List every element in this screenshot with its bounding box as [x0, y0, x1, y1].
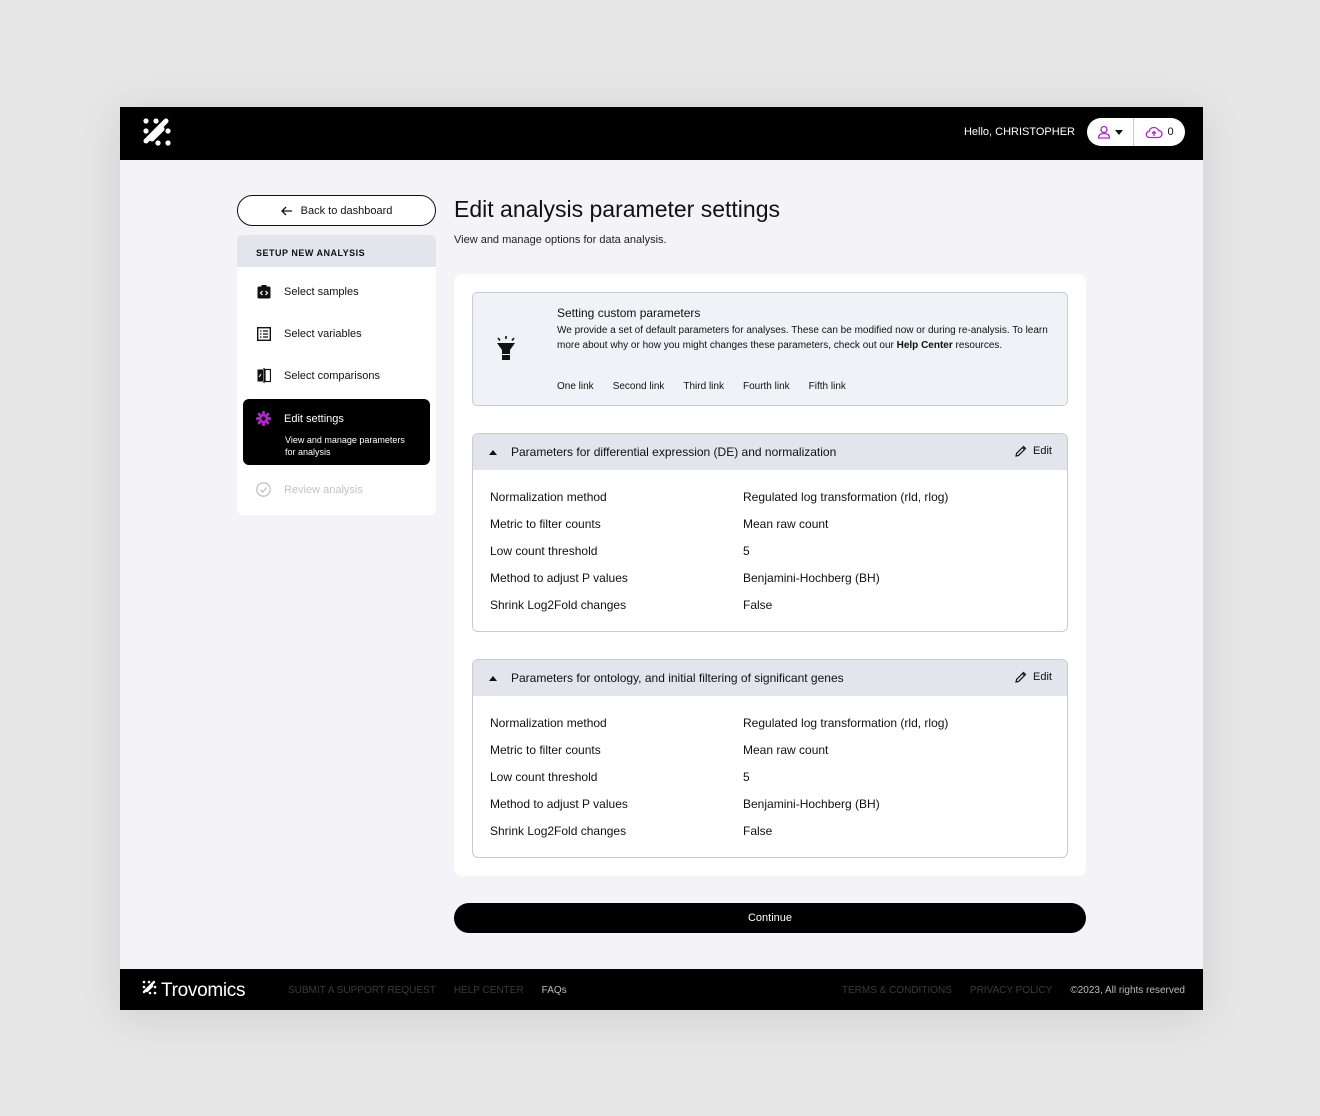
param-value: 5 [743, 544, 750, 558]
footer-brand[interactable]: Trovomics [142, 980, 246, 1002]
arrow-left-icon [280, 206, 292, 215]
param-value: Mean raw count [743, 517, 829, 531]
step-select-samples[interactable]: Select samples [256, 284, 359, 299]
user-icon [1097, 125, 1111, 139]
info-text-end: resources. [952, 340, 1003, 351]
info-link-5[interactable]: Fifth link [809, 381, 846, 392]
samples-icon [256, 284, 271, 299]
pencil-icon [1015, 445, 1027, 457]
terms-link[interactable]: TERMS & CONDITIONS [842, 985, 952, 996]
page-subtitle: View and manage options for data analysi… [454, 234, 667, 246]
info-body: We provide a set of default parameters f… [557, 323, 1057, 353]
param-label: Low count threshold [490, 544, 598, 558]
param-label: Normalization method [490, 490, 607, 504]
footer-links-left: SUBMIT A SUPPORT REQUEST HELP CENTER FAQ… [288, 985, 567, 996]
footer-brand-name: Trovomics [161, 980, 246, 1001]
step-label: Select comparisons [284, 369, 380, 382]
info-callout: Setting custom parameters We provide a s… [472, 292, 1068, 406]
continue-button[interactable]: Continue [454, 903, 1086, 933]
check-circle-icon [256, 482, 271, 497]
step-label: Select samples [284, 285, 359, 298]
help-center-footer-link[interactable]: HELP CENTER [454, 985, 524, 996]
param-value: 5 [743, 770, 750, 784]
param-label: Metric to filter counts [490, 743, 601, 757]
param-label: Normalization method [490, 716, 607, 730]
brand-logo-icon [142, 980, 157, 995]
info-link-4[interactable]: Fourth link [743, 381, 790, 392]
lightbulb-icon [497, 336, 515, 360]
steps-section-title: SETUP NEW ANALYSIS [237, 235, 436, 267]
edit-button[interactable]: Edit [1015, 671, 1052, 683]
footer-links-right: TERMS & CONDITIONS PRIVACY POLICY ©2023,… [842, 985, 1185, 996]
cloud-upload-icon [1146, 126, 1164, 138]
list-icon [256, 326, 271, 341]
back-to-dashboard-button[interactable]: Back to dashboard [237, 195, 436, 226]
upload-count: 0 [1167, 126, 1174, 138]
step-edit-settings[interactable]: Edit settings View and manage parameters… [243, 399, 430, 465]
setup-steps: SETUP NEW ANALYSIS Select samples Select… [237, 235, 436, 515]
pencil-icon [1015, 671, 1027, 683]
param-label: Shrink Log2Fold changes [490, 598, 627, 612]
settings-card: Setting custom parameters We provide a s… [454, 274, 1086, 876]
panel-title: Parameters for differential expression (… [511, 445, 837, 459]
param-value: False [743, 824, 773, 838]
info-links: One link Second link Third link Fourth l… [557, 381, 846, 392]
sidebar: Back to dashboard SETUP NEW ANALYSIS Sel… [237, 195, 436, 515]
collapse-icon[interactable] [489, 675, 497, 681]
panel-header[interactable]: Parameters for ontology, and initial fil… [473, 660, 1067, 696]
user-greeting: Hello, CHRISTOPHER [963, 126, 1075, 138]
panel-title: Parameters for ontology, and initial fil… [511, 671, 844, 685]
edit-label: Edit [1033, 671, 1052, 683]
main-content: Edit analysis parameter settings View an… [454, 195, 1086, 933]
privacy-link[interactable]: PRIVACY POLICY [970, 985, 1052, 996]
param-value: Regulated log transformation (rld, rlog) [743, 490, 949, 504]
user-actions: 0 [1087, 118, 1185, 146]
panel-header[interactable]: Parameters for differential expression (… [473, 434, 1067, 470]
param-label: Method to adjust P values [490, 797, 628, 811]
param-value: False [743, 598, 773, 612]
param-label: Metric to filter counts [490, 517, 601, 531]
step-review-analysis: Review analysis [256, 482, 363, 497]
uploads-button[interactable]: 0 [1134, 118, 1185, 146]
param-value: Benjamini-Hochberg (BH) [743, 571, 880, 585]
chevron-down-icon [1115, 129, 1123, 135]
back-label: Back to dashboard [300, 204, 393, 217]
gear-icon [256, 411, 271, 426]
support-request-link[interactable]: SUBMIT A SUPPORT REQUEST [288, 985, 436, 996]
page-title: Edit analysis parameter settings [454, 196, 780, 222]
faqs-link[interactable]: FAQs [542, 985, 567, 996]
ontology-parameters-panel: Parameters for ontology, and initial fil… [472, 659, 1068, 858]
footer: Trovomics SUBMIT A SUPPORT REQUEST HELP … [120, 969, 1203, 1010]
compare-icon [256, 368, 271, 383]
param-label: Shrink Log2Fold changes [490, 824, 627, 838]
top-bar: Hello, CHRISTOPHER 0 [120, 107, 1203, 160]
edit-button[interactable]: Edit [1015, 445, 1052, 457]
step-select-variables[interactable]: Select variables [256, 326, 362, 341]
info-link-2[interactable]: Second link [613, 381, 665, 392]
param-value: Benjamini-Hochberg (BH) [743, 797, 880, 811]
step-label: Edit settings [284, 412, 344, 425]
info-link-3[interactable]: Third link [683, 381, 724, 392]
de-parameters-panel: Parameters for differential expression (… [472, 433, 1068, 632]
copyright: ©2023, All rights reserved [1070, 985, 1185, 996]
brand-logo-icon[interactable] [142, 117, 172, 147]
param-label: Method to adjust P values [490, 571, 628, 585]
account-menu-button[interactable] [1087, 118, 1134, 146]
info-title: Setting custom parameters [557, 306, 701, 320]
step-label: Review analysis [284, 483, 363, 496]
step-label: Select variables [284, 327, 362, 340]
app-window: Hello, CHRISTOPHER 0 Back to dashboard S… [120, 107, 1203, 1010]
help-center-link[interactable]: Help Center [897, 340, 953, 351]
edit-label: Edit [1033, 445, 1052, 457]
param-value: Mean raw count [743, 743, 829, 757]
step-description: View and manage parameters for analysis [285, 435, 405, 457]
step-select-comparisons[interactable]: Select comparisons [256, 368, 380, 383]
param-label: Low count threshold [490, 770, 598, 784]
info-link-1[interactable]: One link [557, 381, 594, 392]
collapse-icon[interactable] [489, 449, 497, 455]
param-value: Regulated log transformation (rld, rlog) [743, 716, 949, 730]
